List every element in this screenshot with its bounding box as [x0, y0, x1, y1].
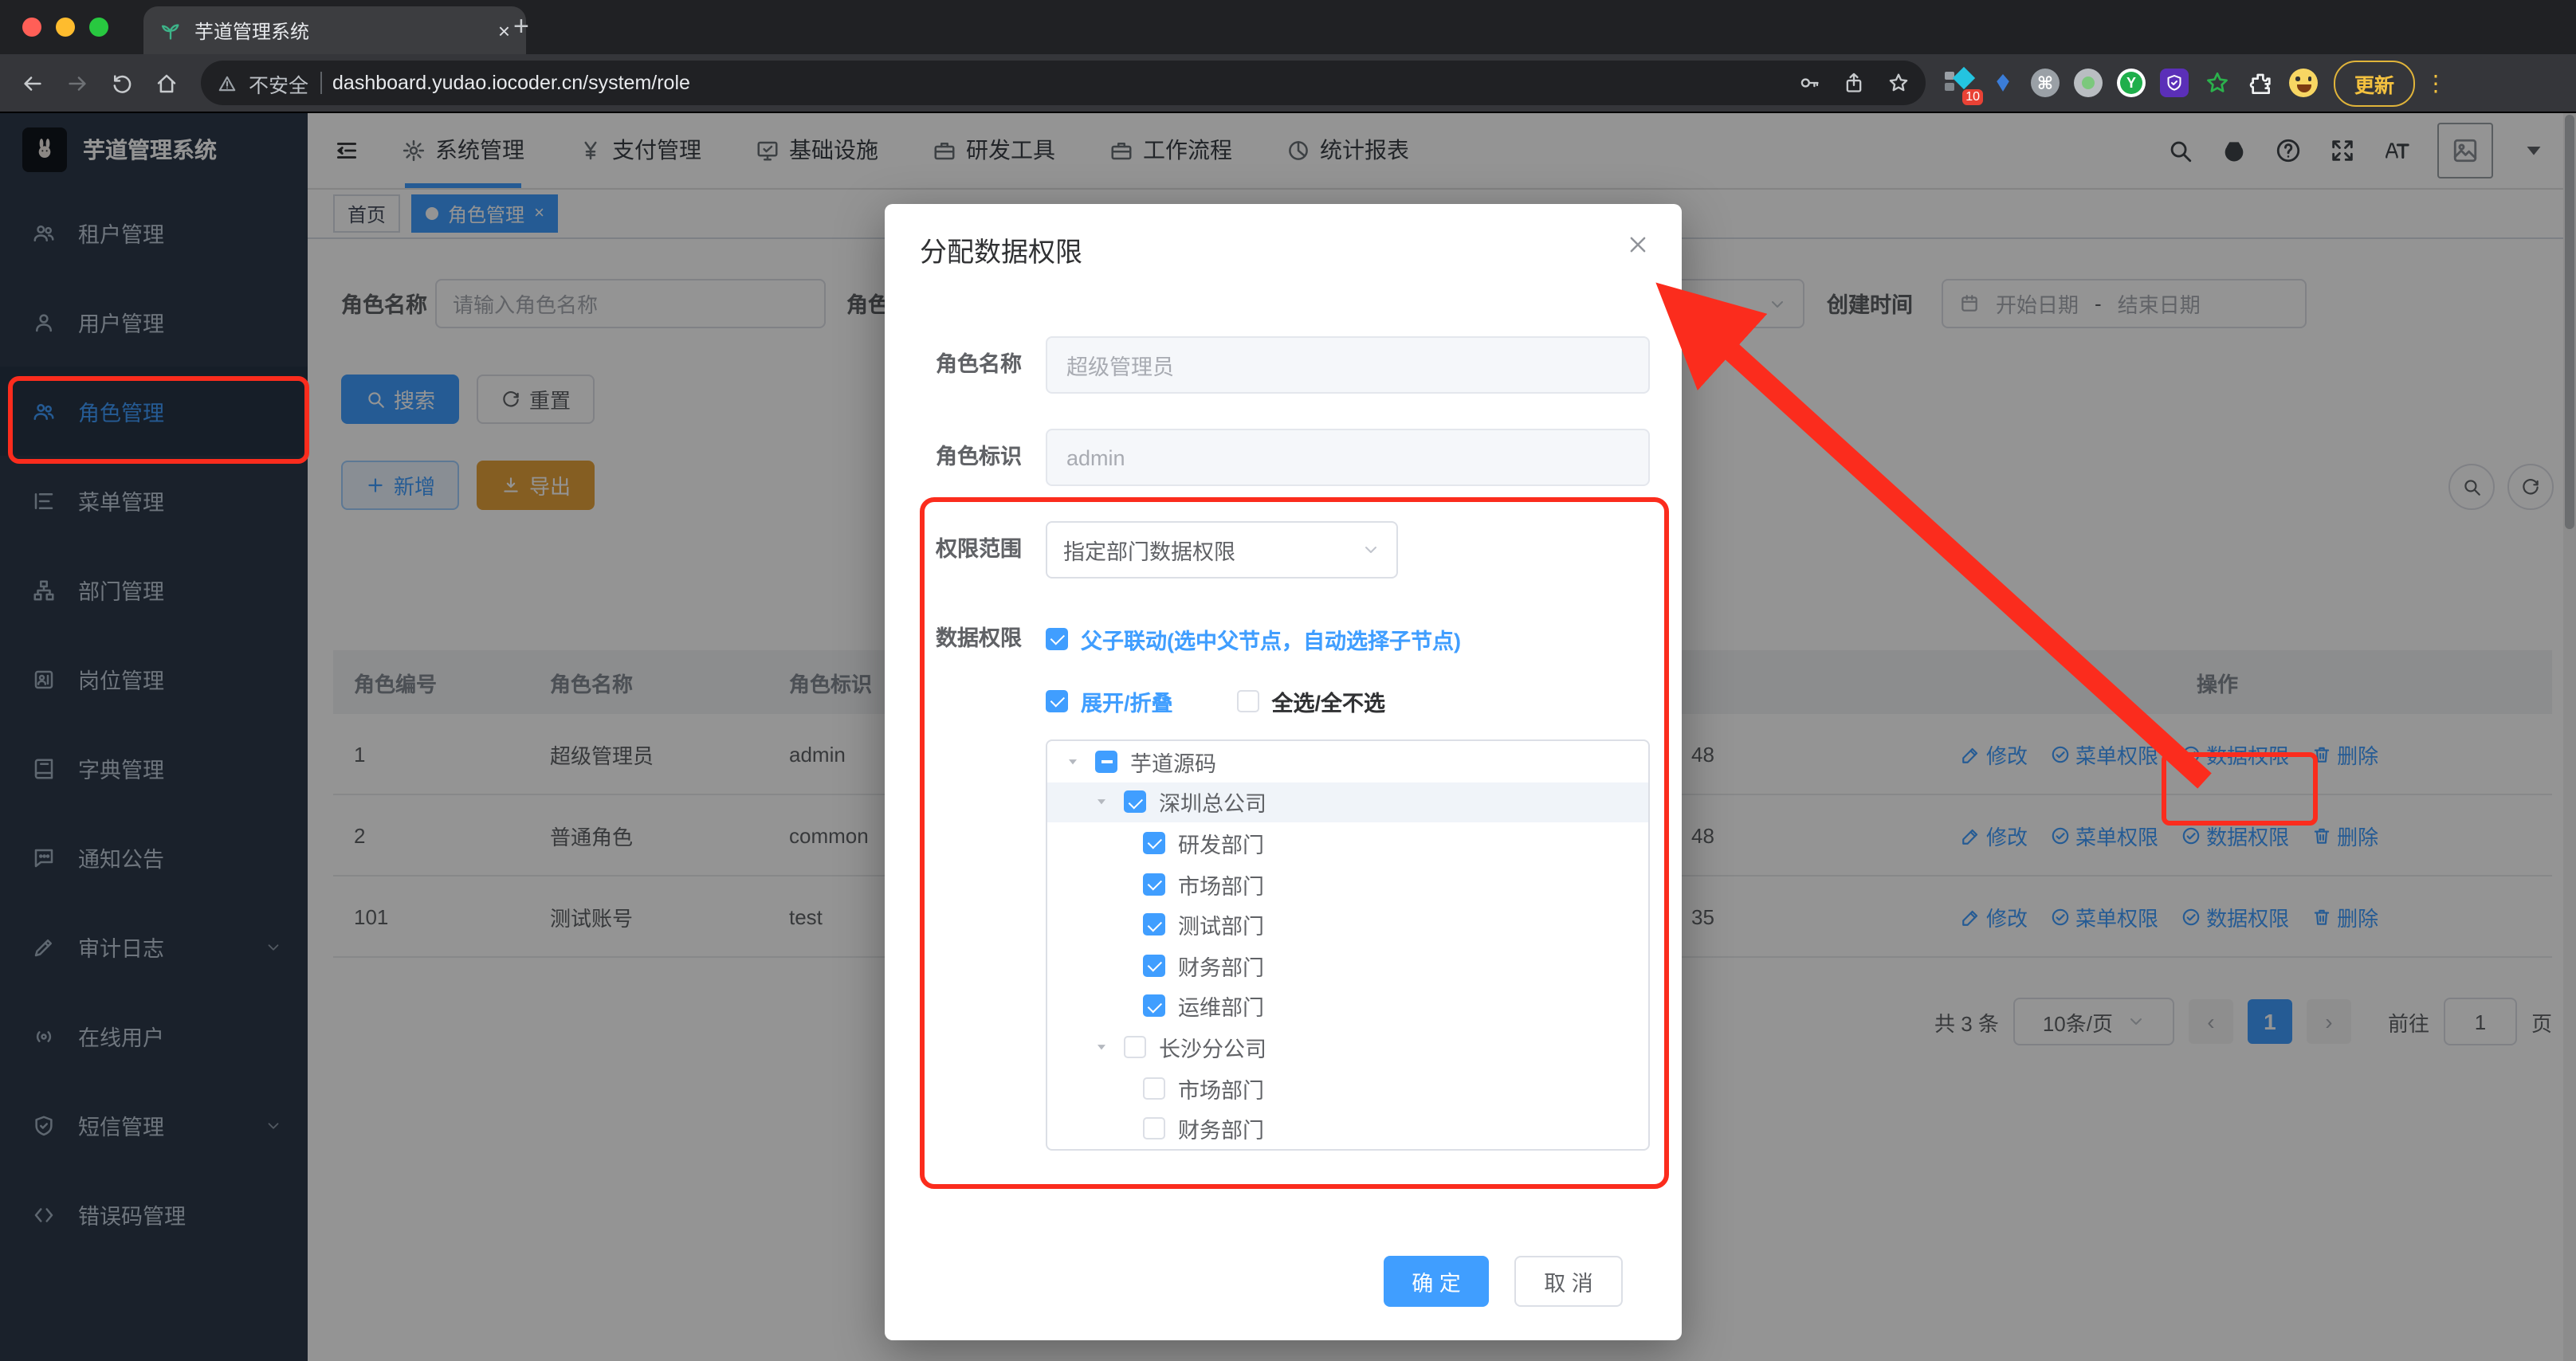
tree-checkbox-checked[interactable] [1143, 954, 1165, 977]
tree-node-label: 财务部门 [1178, 1119, 1264, 1143]
extensions-area: 10 ⌘ Y [1945, 66, 2318, 105]
browser-chrome: 芋道管理系统 × + 不安全 dashboard.yudao.iocoder.c… [0, 0, 2576, 113]
favicon-plant-icon [159, 19, 182, 41]
maximize-window-button[interactable] [89, 18, 108, 37]
extension-y-icon[interactable]: Y [2117, 69, 2146, 97]
tree-checkbox-checked[interactable] [1124, 790, 1146, 814]
value: 超级管理员 [1066, 355, 1174, 379]
dialog-close-icon[interactable] [1626, 233, 1650, 257]
tree-node-label: 财务部门 [1178, 955, 1264, 980]
chevron-down-icon [1361, 540, 1380, 559]
new-tab-button[interactable]: + [513, 11, 529, 43]
confirm-button[interactable]: 确 定 [1384, 1256, 1489, 1307]
profile-smiley-icon[interactable] [2289, 69, 2318, 97]
reload-icon[interactable] [110, 71, 134, 95]
tree-node[interactable]: 财务部门 [1047, 1108, 1648, 1149]
browser-tab-bar: 芋道管理系统 × + [0, 0, 2576, 54]
expand-collapse-label: 展开/折叠 [1081, 692, 1173, 716]
tree-node[interactable]: 运维部门 [1047, 986, 1648, 1026]
scope-label: 权限范围 [936, 537, 1022, 561]
not-secure-warning-icon [217, 73, 238, 93]
caret-down-icon[interactable] [1092, 1039, 1111, 1055]
home-icon[interactable] [155, 71, 179, 95]
tree-checkbox-checked[interactable] [1143, 831, 1165, 854]
browser-url-bar: 不安全 dashboard.yudao.iocoder.cn/system/ro… [0, 54, 2576, 113]
selected-value: 指定部门数据权限 [1063, 540, 1235, 564]
tree-checkbox-checked[interactable] [1143, 994, 1165, 1018]
role-name-input-disabled: 超级管理员 [1046, 336, 1650, 394]
tree-node[interactable]: 研发部门 [1047, 822, 1648, 863]
select-all-checkbox[interactable] [1236, 690, 1259, 712]
value: admin [1066, 445, 1125, 469]
tree-node[interactable]: 市场部门 [1047, 864, 1648, 904]
tree-node[interactable]: 财务部门 [1047, 945, 1648, 986]
extension-command-icon[interactable]: ⌘ [2031, 69, 2060, 97]
caret-down-icon[interactable] [1063, 754, 1082, 770]
browser-menu-icon[interactable]: ⋮ [2425, 69, 2447, 96]
tree-checkbox-unchecked[interactable] [1143, 1077, 1165, 1100]
tree-node-label: 市场部门 [1178, 1078, 1264, 1103]
tab-close-icon[interactable]: × [498, 18, 510, 42]
tree-options: 展开/折叠 全选/全不选 [1046, 685, 1385, 717]
dialog-title: 分配数据权限 [920, 237, 1082, 268]
tree-node-label: 长沙分公司 [1159, 1037, 1266, 1061]
scope-select[interactable]: 指定部门数据权限 [1046, 521, 1398, 579]
tree-node-label: 芋道源码 [1130, 751, 1216, 776]
tree-node[interactable]: 测试部门 [1047, 904, 1648, 945]
department-tree: 芋道源码 深圳总公司 研发部门 市场部门 测试部门 财务部门 运维部门 长沙分公… [1046, 739, 1650, 1151]
screen: 芋道管理系统 × + 不安全 dashboard.yudao.iocoder.c… [0, 0, 2576, 1361]
security-label: 不安全 [249, 74, 309, 96]
back-icon[interactable] [21, 71, 45, 95]
tree-node[interactable]: 深圳总公司 [1047, 782, 1648, 823]
tree-checkbox-checked[interactable] [1143, 913, 1165, 936]
select-all-label: 全选/全不选 [1271, 692, 1386, 716]
role-code-label: 角色标识 [936, 445, 1022, 469]
browser-update-button[interactable]: 更新 [2334, 60, 2416, 106]
address-bar[interactable]: 不安全 dashboard.yudao.iocoder.cn/system/ro… [201, 61, 1926, 105]
extension-star-icon[interactable] [2203, 69, 2232, 97]
tree-node-label: 研发部门 [1178, 833, 1264, 857]
window-controls [22, 18, 108, 37]
extension-kite-icon[interactable] [1988, 69, 2016, 97]
tree-checkbox-unchecked[interactable] [1124, 1035, 1146, 1058]
url-text: dashboard.yudao.iocoder.cn/system/role [332, 72, 690, 94]
caret-down-icon[interactable] [1092, 794, 1111, 810]
cancel-button[interactable]: 取 消 [1514, 1256, 1623, 1307]
minimize-window-button[interactable] [56, 18, 75, 37]
browser-tab[interactable]: 芋道管理系统 × [143, 6, 526, 54]
forward-icon[interactable] [65, 71, 89, 95]
role-name-label: 角色名称 [936, 352, 1022, 376]
close-window-button[interactable] [22, 18, 41, 37]
role-code-input-disabled: admin [1046, 429, 1650, 486]
tab-title: 芋道管理系统 [194, 20, 310, 42]
tree-node[interactable]: 长沙分公司 [1047, 1026, 1648, 1067]
extension-diamond-icon[interactable]: 10 [1945, 66, 1983, 105]
password-key-icon[interactable] [1798, 72, 1820, 94]
tree-node-label: 市场部门 [1178, 874, 1264, 899]
linkage-checkbox[interactable] [1046, 628, 1068, 650]
divider [320, 72, 322, 94]
assign-data-permission-dialog: 分配数据权限 角色名称 超级管理员 角色标识 admin 权限范围 指定部门数据… [885, 204, 1682, 1340]
tree-checkbox-indeterminate[interactable] [1095, 750, 1117, 773]
tree-node-label: 深圳总公司 [1159, 792, 1266, 817]
tree-node[interactable]: 芋道源码 [1047, 741, 1648, 782]
extensions-puzzle-icon[interactable] [2246, 69, 2275, 97]
bookmark-star-icon[interactable] [1887, 72, 1910, 94]
expand-collapse-checkbox[interactable] [1046, 690, 1068, 712]
tree-node[interactable]: 市场部门 [1047, 1068, 1648, 1108]
extension-dot-icon[interactable] [2074, 69, 2103, 97]
share-icon[interactable] [1843, 72, 1865, 94]
tree-checkbox-unchecked[interactable] [1143, 1117, 1165, 1140]
tree-node-label: 测试部门 [1178, 915, 1264, 939]
linkage-label: 父子联动(选中父节点，自动选择子节点) [1081, 630, 1461, 653]
tree-checkbox-checked[interactable] [1143, 873, 1165, 896]
tree-node-label: 运维部门 [1178, 996, 1264, 1021]
data-perm-label: 数据权限 [936, 626, 1022, 650]
extension-shield-icon[interactable] [2160, 69, 2189, 97]
linkage-option: 父子联动(选中父节点，自动选择子节点) [1046, 623, 1461, 655]
